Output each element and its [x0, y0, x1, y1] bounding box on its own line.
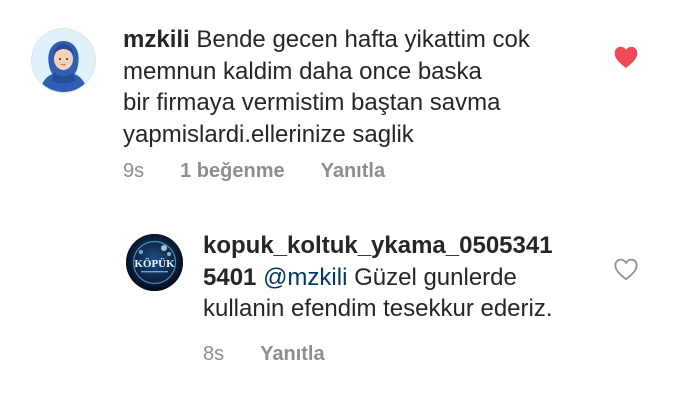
- comment-line: bir firmaya vermistim baştan savma: [123, 89, 501, 116]
- heart-filled-icon[interactable]: [613, 45, 639, 69]
- comment-line: Bende gecen hafta yikattim cok: [196, 26, 530, 53]
- comment-text: mzkili Bende gecen hafta yikattim cok mem…: [123, 24, 593, 150]
- comment-timestamp: 9s: [123, 160, 145, 182]
- comment-line: Güzel gunlerde: [347, 263, 517, 291]
- comment-timestamp: 8s: [203, 343, 225, 365]
- avatar[interactable]: KÖPÜK: [126, 234, 183, 291]
- comment-text: kopuk_koltuk_ykama_0505341 5401 @mzkili G…: [203, 230, 603, 325]
- likes-count-link[interactable]: 1 beğenme: [180, 160, 284, 183]
- comment-username[interactable]: mzkili: [123, 26, 190, 53]
- avatar[interactable]: [32, 29, 95, 92]
- reply-button[interactable]: Yanıtla: [321, 160, 385, 183]
- reply-button[interactable]: Yanıtla: [260, 343, 324, 366]
- comment-line: kullanin efendim tesekkur ederiz.: [203, 295, 553, 322]
- comment-meta: 9s 1 beğenme Yanıtla: [123, 160, 385, 183]
- avatar-logo-text: KÖPÜK: [134, 257, 175, 270]
- comment-line: memnun kaldim daha once baska: [123, 57, 482, 85]
- hijab-woman-avatar-icon: [32, 29, 95, 92]
- comments-screen: { "comments": [ { "username": "mzkili", …: [0, 0, 679, 400]
- comment-username-continued[interactable]: 5401: [203, 264, 256, 291]
- kopuk-logo-avatar-icon: KÖPÜK: [126, 234, 183, 291]
- comment-meta: 8s Yanıtla: [203, 343, 325, 366]
- comment-username[interactable]: kopuk_koltuk_ykama_0505341: [203, 232, 553, 259]
- heart-outline-icon[interactable]: [613, 257, 639, 281]
- mention-link[interactable]: @mzkili: [263, 264, 347, 291]
- comment-line: yapmislardi.ellerinize saglik: [123, 120, 414, 148]
